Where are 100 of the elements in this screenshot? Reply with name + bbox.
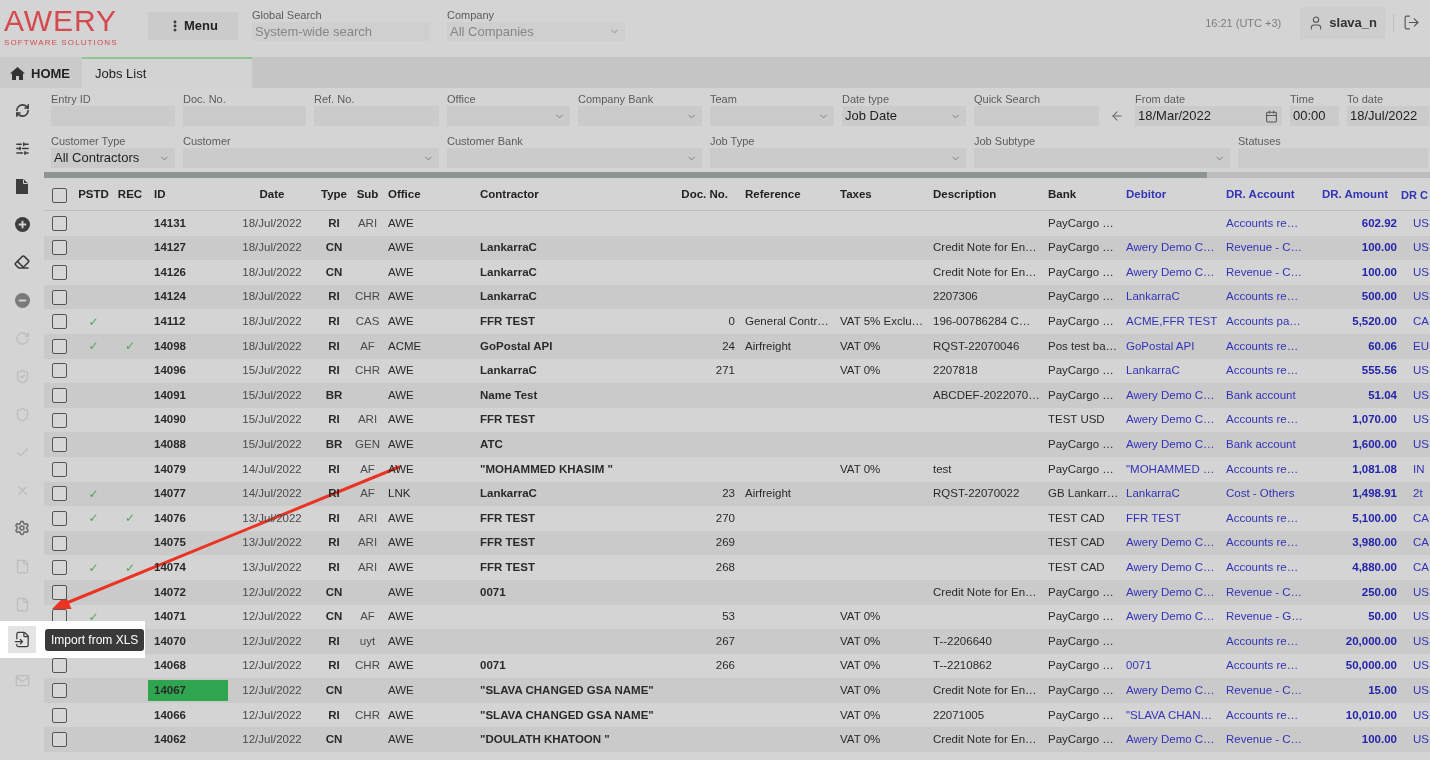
table-cell-text: VAT 5% Exclu… <box>840 314 924 330</box>
table-cell-text: VAT 0% <box>840 363 881 379</box>
table-cell-text: 12/Jul/2022 <box>242 633 302 649</box>
table-cell-text: CA <box>1413 314 1429 330</box>
check-mark: ✓ <box>88 608 99 626</box>
table-cell-text: TEST CAD <box>1048 510 1105 526</box>
table-cell-text: ARI <box>357 535 378 551</box>
table-cell-text: 60.06 <box>1368 338 1397 354</box>
table-cell-text: TEST USD <box>1048 412 1105 428</box>
field-label: Quick Search <box>974 92 1041 106</box>
table-cell-text: VAT 0% <box>840 609 881 625</box>
check-mark: ✓ <box>124 510 136 528</box>
table-cell-text: 14124 <box>153 289 187 305</box>
table-cell-text: AWE <box>388 682 414 698</box>
table-cell-text: 0 <box>728 314 735 330</box>
table-cell-text: 15/Jul/2022 <box>242 363 302 379</box>
field-label: Customer Type <box>51 134 126 148</box>
table-cell-text: VAT 0% <box>840 633 881 649</box>
table-cell-text: PayCargo … <box>1048 289 1114 305</box>
table-cell-text: RI <box>328 510 340 526</box>
table-cell-text: test <box>933 461 952 477</box>
table-cell-text: 18/Jul/2022 <box>242 240 302 256</box>
table-cell: 14067 <box>148 680 228 702</box>
table-cell-text: Credit Note for En… <box>933 264 1037 280</box>
check-mark: ✓ <box>88 559 99 577</box>
table-cell-text: 14079 <box>153 461 187 477</box>
table-cell-text: 51.04 <box>1368 387 1397 403</box>
table-cell-text: 14096 <box>153 363 187 379</box>
table-cell-text: CHR <box>355 289 380 305</box>
table-cell-text: 12/Jul/2022 <box>242 584 302 600</box>
table-cell-text: CA <box>1413 510 1429 526</box>
table-cell-text: 14131 <box>153 215 187 231</box>
table-cell-text: AF <box>360 338 375 354</box>
table-cell-text: CN <box>325 609 343 625</box>
table-cell-text: 13/Jul/2022 <box>242 535 302 551</box>
check-mark: ✓ <box>88 313 99 331</box>
table-cell-text: ARI <box>357 560 378 575</box>
table-cell-text: "SLAVA CHANGED GSA NAME" <box>480 707 654 723</box>
table-cell-text: FFR TEST <box>480 314 535 330</box>
table-cell-text: TEST CAD <box>1048 535 1105 551</box>
table-cell-text: Credit Note for En… <box>933 682 1037 698</box>
table-cell-text: 15/Jul/2022 <box>242 387 302 403</box>
clock-time: 16:21 (UTC +3) <box>1205 16 1282 30</box>
table-cell-text: VAT 0% <box>840 338 881 354</box>
table-cell-text: RI <box>328 707 340 723</box>
table-cell-text: PayCargo … <box>1048 387 1114 403</box>
table-cell-text: 0071 <box>480 584 506 600</box>
table-cell-text: 12/Jul/2022 <box>242 732 302 748</box>
table-cell-text: 14127 <box>153 240 187 256</box>
table-cell-text: US <box>1413 633 1429 649</box>
table-cell-text: LNK <box>388 486 411 502</box>
table-cell-text: US <box>1413 609 1429 625</box>
table-cell-text: ARI <box>357 510 378 526</box>
table-cell-text: US <box>1413 215 1429 231</box>
table-cell-text: PayCargo … <box>1048 437 1114 452</box>
table-cell-text: AWE <box>388 240 414 256</box>
table-cell-text: 267 <box>715 633 735 649</box>
table-cell-text: AWE <box>388 314 414 330</box>
table-cell-text: AF <box>360 609 375 625</box>
table-cell-text: "DOULATH KHATOON " <box>480 732 610 748</box>
table-cell-text: LankarraC <box>480 240 537 256</box>
table-cell-text: BR <box>325 437 343 452</box>
table-cell-text: RI <box>328 535 340 551</box>
field-label: Time <box>1290 92 1315 106</box>
table-cell-text: FFR TEST <box>480 560 535 575</box>
table-cell-text: AWE <box>388 560 414 575</box>
field-label: Global Search <box>252 8 322 22</box>
field-label: From date <box>1135 92 1186 106</box>
table-cell-text: 20,000.00 <box>1345 633 1397 649</box>
table-cell-text: RI <box>328 215 340 231</box>
table-cell-text: 14066 <box>153 707 187 723</box>
table-cell-text: AWE <box>388 658 414 674</box>
table-cell-text: VAT 0% <box>840 461 881 477</box>
table-cell-text: 18/Jul/2022 <box>242 215 302 231</box>
table-cell-text: FFR TEST <box>480 412 535 428</box>
table-cell-text: CN <box>325 732 343 748</box>
table-cell-text: 14/Jul/2022 <box>242 461 302 477</box>
table-cell-text: US <box>1413 289 1429 305</box>
table-cell-text: 555.56 <box>1361 363 1397 379</box>
table-cell-text: CN <box>325 240 343 256</box>
table-cell-text: RI <box>328 486 340 502</box>
table-cell-text: 18/Jul/2022 <box>242 338 302 354</box>
table-cell-text: RI <box>328 633 340 649</box>
table-cell-text: CN <box>325 682 343 698</box>
table-cell-text: PayCargo … <box>1048 584 1114 600</box>
table-cell-text: CN <box>325 584 343 600</box>
table-cell-text: 14077 <box>153 486 187 502</box>
table-cell-text: 10,010.00 <box>1345 707 1397 723</box>
table-cell-text: 24 <box>722 338 735 354</box>
table-cell-text: 12/Jul/2022 <box>242 609 302 625</box>
table-cell-text: 18/Jul/2022 <box>242 289 302 305</box>
table-cell-text: US <box>1413 658 1429 674</box>
table-cell-text: 14076 <box>153 510 187 526</box>
table-cell-text: RI <box>328 289 340 305</box>
table-cell-text: 14091 <box>153 387 187 403</box>
table-cell-text: IN <box>1413 461 1425 477</box>
tooltip: Import from XLS <box>45 628 145 651</box>
table-cell-text: GB Lankarr… <box>1048 486 1119 502</box>
table-cell-text: EU <box>1413 338 1429 354</box>
table-cell-text: 14068 <box>153 658 187 674</box>
